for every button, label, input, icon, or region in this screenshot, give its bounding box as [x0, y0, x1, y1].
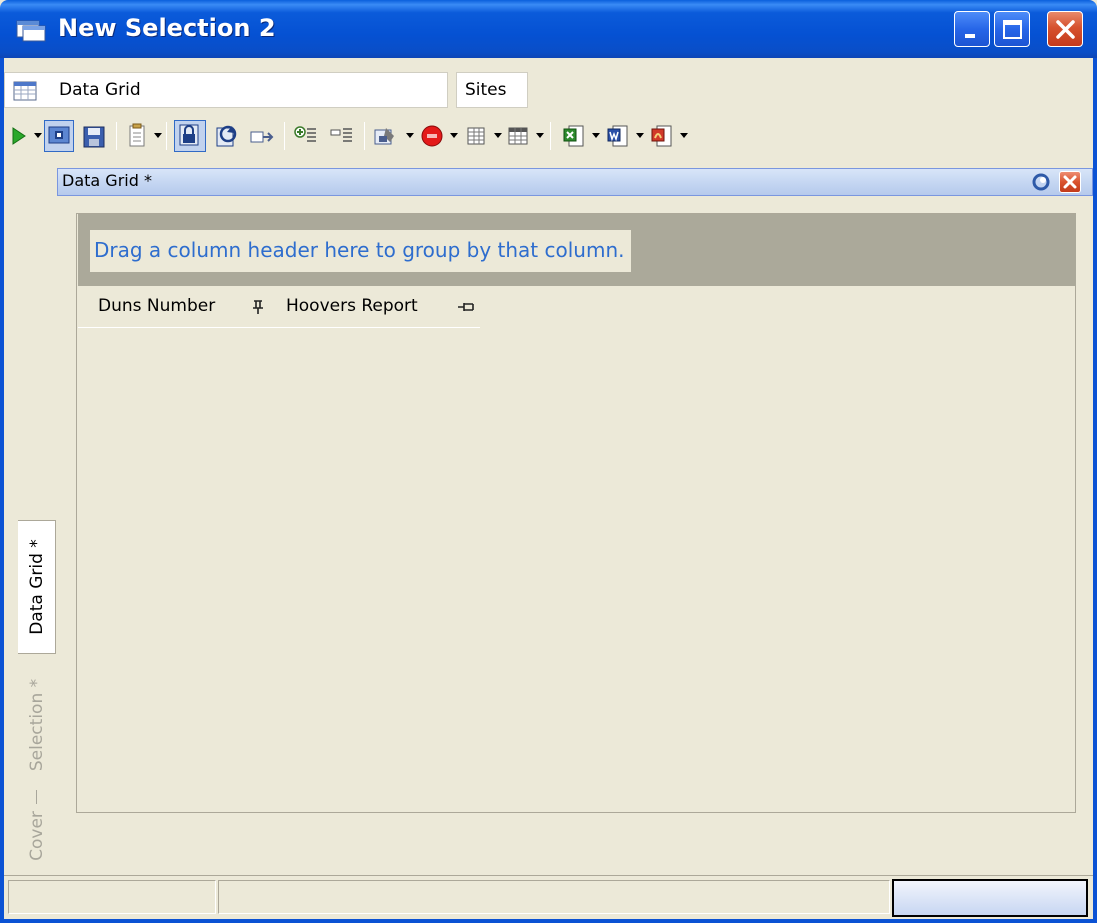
tab-sites-label: Sites [465, 80, 507, 100]
lock-button[interactable] [174, 120, 206, 152]
column-header-duns-number[interactable]: Duns Number [98, 296, 215, 316]
title-bar[interactable]: New Selection 2 [0, 0, 1097, 58]
grid-table-icon [508, 127, 528, 145]
columns-dropdown-arrow[interactable] [494, 133, 502, 138]
properties-dropdown-arrow[interactable] [406, 133, 414, 138]
run-dropdown-arrow[interactable] [34, 133, 42, 138]
export-arrow-button[interactable] [248, 120, 276, 152]
add-column-icon [294, 126, 316, 142]
pdf-export-button[interactable] [648, 120, 676, 152]
tab-data-grid[interactable]: Data Grid [4, 72, 448, 108]
add-column-button[interactable] [292, 120, 320, 152]
side-tab-selection-label: Selection * [27, 678, 47, 772]
close-icon [1063, 175, 1077, 189]
side-tab-strip: Data Grid * Selection * Cover [18, 520, 56, 870]
toolbar-separator [166, 122, 167, 150]
refresh-button[interactable] [212, 120, 240, 152]
word-export-button[interactable] [604, 120, 632, 152]
toolbar-separator [364, 122, 365, 150]
grid-table-button[interactable] [506, 120, 532, 152]
properties-icon [374, 128, 394, 145]
panel-title: Data Grid * [62, 171, 152, 190]
column-header-hoovers-report[interactable]: Hoovers Report [286, 296, 418, 316]
properties-button[interactable] [372, 120, 402, 152]
columns-icon [467, 127, 485, 145]
lock-icon [179, 124, 199, 146]
export-arrow-icon [250, 131, 274, 143]
side-tab-data-grid[interactable]: Data Grid * [18, 520, 56, 654]
side-tab-cover-label: Cover [27, 811, 47, 861]
save-button[interactable] [80, 120, 108, 152]
save-icon [83, 126, 105, 148]
group-by-hint: Drag a column header here to group by th… [90, 230, 631, 272]
remove-column-button[interactable] [328, 120, 356, 152]
excel-dropdown-arrow[interactable] [592, 133, 600, 138]
toolbar-separator [550, 122, 551, 150]
side-tab-data-grid-label: Data Grid * [26, 539, 47, 635]
pdf-icon [651, 125, 672, 147]
run-button[interactable] [8, 120, 30, 152]
run-icon [12, 127, 26, 145]
columns-button[interactable] [464, 120, 490, 152]
side-tab-selection[interactable]: Selection * [18, 660, 56, 790]
notes-icon [129, 123, 145, 147]
stop-dropdown-arrow[interactable] [450, 133, 458, 138]
minimize-icon [965, 34, 975, 38]
stop-button[interactable] [418, 120, 446, 152]
notes-dropdown-arrow[interactable] [154, 133, 162, 138]
status-pane-main [218, 880, 890, 914]
tab-data-grid-label: Data Grid [59, 80, 141, 100]
maximize-icon [1003, 20, 1022, 39]
excel-export-button[interactable] [560, 120, 588, 152]
excel-icon [563, 125, 584, 147]
toolbar-separator [116, 122, 117, 150]
stop-icon [421, 125, 443, 147]
maximize-button[interactable] [994, 11, 1030, 47]
window-frame-right [1093, 58, 1097, 923]
open-button[interactable] [44, 120, 74, 152]
panel-header: Data Grid * [57, 168, 1093, 196]
toolbar-separator [284, 122, 285, 150]
word-icon [607, 125, 628, 147]
refresh-icon [216, 125, 237, 147]
pin-sideways-icon[interactable] [456, 298, 476, 316]
grid-table-dropdown-arrow[interactable] [536, 133, 544, 138]
column-header-row: Duns Number Hoovers Report [78, 288, 480, 328]
grid-icon [13, 81, 37, 101]
open-icon [48, 126, 70, 144]
word-dropdown-arrow[interactable] [636, 133, 644, 138]
remove-column-icon [330, 128, 352, 142]
pdf-dropdown-arrow[interactable] [680, 133, 688, 138]
status-progress-pane [892, 879, 1088, 917]
side-tab-cover[interactable]: Cover [18, 802, 56, 870]
window-title: New Selection 2 [58, 14, 276, 42]
app-window-icon [16, 20, 46, 42]
toolbar [8, 116, 1008, 156]
window-frame-left [0, 58, 4, 923]
notes-button[interactable] [124, 120, 150, 152]
status-pane-left [8, 880, 216, 914]
close-icon [1056, 20, 1075, 39]
window-frame-bottom [0, 919, 1097, 923]
pin-icon[interactable] [248, 298, 268, 316]
tab-sites[interactable]: Sites [456, 72, 528, 108]
panel-close-button[interactable] [1059, 171, 1081, 193]
minimize-button[interactable] [954, 11, 990, 47]
close-button[interactable] [1047, 11, 1083, 47]
auto-hide-pin-icon[interactable] [1030, 171, 1052, 193]
